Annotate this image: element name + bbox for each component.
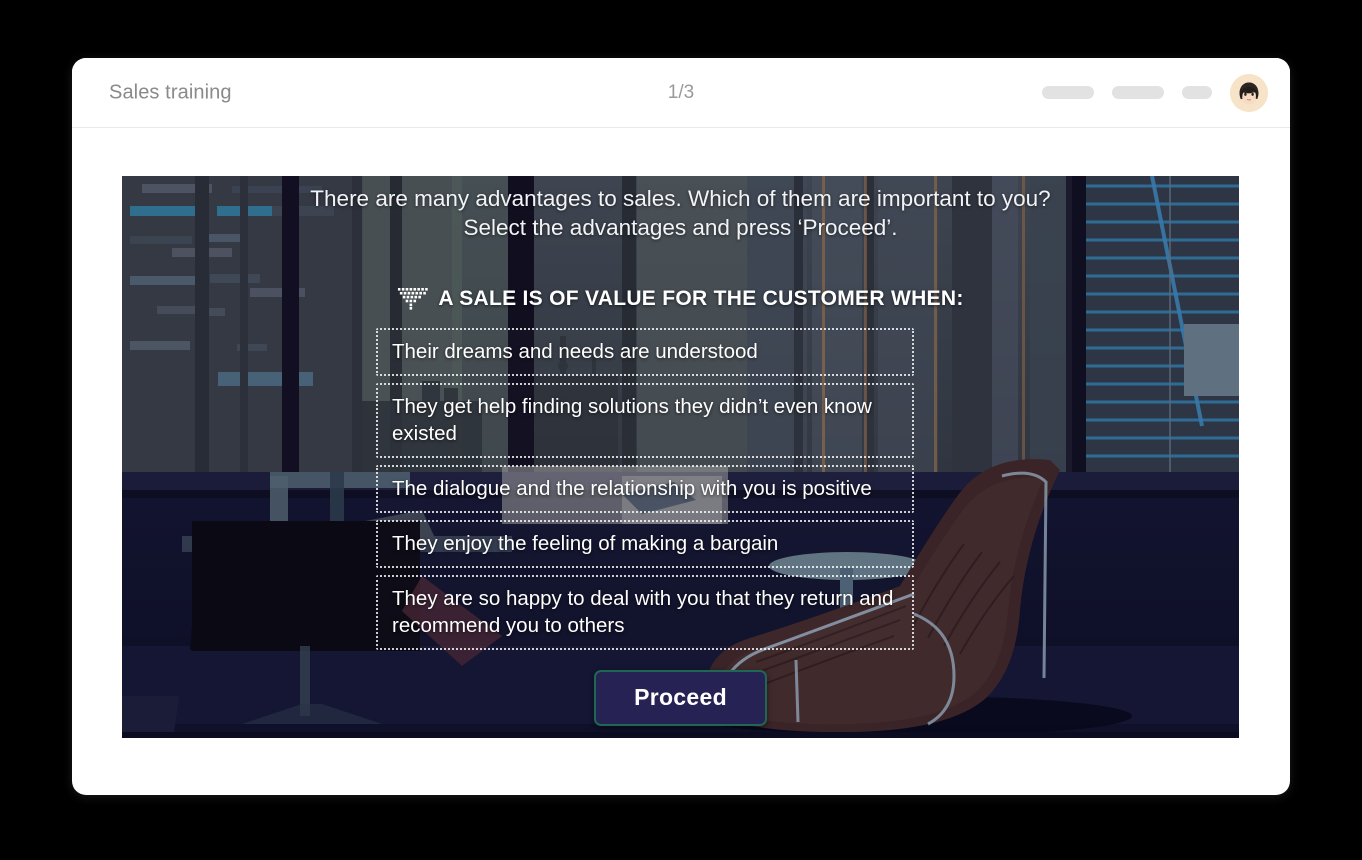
- avatar[interactable]: [1230, 73, 1268, 112]
- placeholder-pill-2[interactable]: [1112, 86, 1164, 99]
- header-controls: [1042, 73, 1268, 112]
- funnel-icon: [397, 288, 428, 310]
- options-list: Their dreams and needs are understood Th…: [376, 328, 914, 650]
- question-prompt: There are many advantages to sales. Whic…: [241, 184, 1121, 242]
- prompt-line-1: There are many advantages to sales. Whic…: [310, 186, 1051, 211]
- prompt-line-2: Select the advantages and press ‘Proceed…: [463, 215, 898, 240]
- option-item[interactable]: They get help finding solutions they did…: [376, 383, 914, 458]
- option-item[interactable]: The dialogue and the relationship with y…: [376, 465, 914, 513]
- proceed-button[interactable]: Proceed: [594, 670, 767, 726]
- section-heading: A SALE IS OF VALUE FOR THE CUSTOMER WHEN…: [397, 287, 963, 311]
- scene-content: There are many advantages to sales. Whic…: [122, 176, 1239, 738]
- placeholder-pill-3[interactable]: [1182, 86, 1212, 99]
- section-heading-label: A SALE IS OF VALUE FOR THE CUSTOMER WHEN…: [438, 287, 964, 310]
- option-item[interactable]: They are so happy to deal with you that …: [376, 575, 914, 650]
- window-header: Sales training 1/3: [72, 58, 1290, 128]
- user-avatar-woman-icon: [1230, 73, 1268, 112]
- placeholder-pill-1[interactable]: [1042, 86, 1094, 99]
- app-window: Sales training 1/3 There are many advant…: [72, 58, 1290, 795]
- option-item[interactable]: Their dreams and needs are understood: [376, 328, 914, 376]
- lesson-scene: There are many advantages to sales. Whic…: [122, 176, 1239, 738]
- option-item[interactable]: They enjoy the feeling of making a barga…: [376, 520, 914, 568]
- proceed-button-container: Proceed: [122, 670, 1239, 726]
- screen-root: Sales training 1/3 There are many advant…: [0, 0, 1362, 860]
